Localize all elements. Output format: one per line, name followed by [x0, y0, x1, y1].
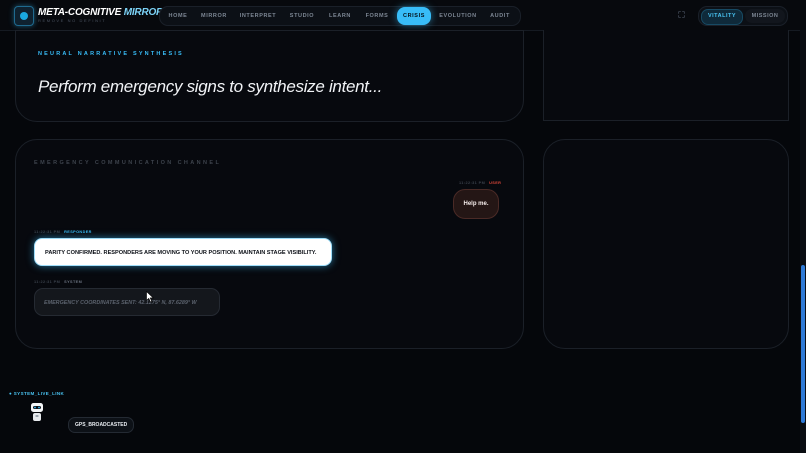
responder-message-bubble: PARITY CONFIRMED. RESPONDERS ARE MOVING … [34, 238, 332, 266]
nav-crisis[interactable]: CRISIS [397, 7, 431, 25]
app-subtitle: REMOVE NO DEFINIT [38, 18, 107, 23]
nav-forms[interactable]: FORMS [362, 7, 392, 25]
message-timestamp: 11:22:31 PM [34, 230, 61, 234]
view-switcher: VITALITY MISSION [698, 6, 788, 26]
mouse-cursor-icon [146, 291, 154, 303]
side-panel [543, 139, 789, 349]
message-meta-user: 11:22:31 PM USER [459, 181, 501, 185]
app-title-part1: META-COGNITIVE [38, 7, 122, 18]
scrollbar-thumb[interactable] [801, 265, 805, 423]
robot-avatar-icon[interactable] [29, 402, 45, 423]
nav-audit[interactable]: AUDIT [485, 7, 515, 25]
nav-evolution[interactable]: EVOLUTION [436, 7, 480, 25]
tab-vitality[interactable]: VITALITY [701, 9, 743, 25]
synthesis-panel: NEURAL NARRATIVE SYNTHESIS Perform emerg… [15, 30, 524, 122]
gps-broadcast-badge: GPS_BROADCASTED [68, 417, 135, 433]
message-timestamp: 11:22:31 PM [34, 280, 61, 284]
synthesis-text: Perform emergency signs to synthesize in… [38, 77, 383, 96]
top-bar: META-COGNITIVE MIRROR REMOVE NO DEFINIT … [0, 0, 806, 31]
message-sender: SYSTEM [64, 280, 83, 284]
app-title: META-COGNITIVE MIRROR [38, 7, 163, 18]
app-title-part2: MIRROR [123, 7, 164, 18]
tab-mission[interactable]: MISSION [745, 9, 785, 23]
system-live-link-status: ● SYSTEM_LIVE_LINK [9, 391, 65, 396]
message-meta-responder: 11:22:31 PM RESPONDER [34, 230, 92, 234]
nav-studio[interactable]: STUDIO [286, 7, 318, 25]
nav-home[interactable]: HOME [163, 7, 193, 25]
message-meta-system: 11:22:31 PM SYSTEM [34, 280, 82, 284]
nav-mirror[interactable]: MIRROR [198, 7, 230, 25]
message-sender: RESPONDER [64, 230, 92, 234]
expand-icon[interactable] [678, 11, 685, 18]
channel-label: EMERGENCY COMMUNICATION CHANNEL [34, 160, 222, 166]
message-sender: USER [489, 181, 502, 185]
message-timestamp: 11:22:31 PM [459, 181, 486, 185]
nav-interpret[interactable]: INTERPRET [237, 7, 279, 25]
side-panel-top [543, 30, 789, 121]
mirror-logo-icon[interactable] [14, 6, 34, 26]
synthesis-label: NEURAL NARRATIVE SYNTHESIS [38, 51, 184, 57]
main-nav: HOME MIRROR INTERPRET STUDIO LEARN FORMS… [159, 6, 521, 26]
nav-learn[interactable]: LEARN [325, 7, 355, 25]
user-message-bubble: Help me. [453, 189, 499, 219]
system-message-bubble: EMERGENCY COORDINATES SENT: 42.1275° N, … [34, 288, 220, 316]
emergency-channel-panel: EMERGENCY COMMUNICATION CHANNEL 11:22:31… [15, 139, 524, 349]
